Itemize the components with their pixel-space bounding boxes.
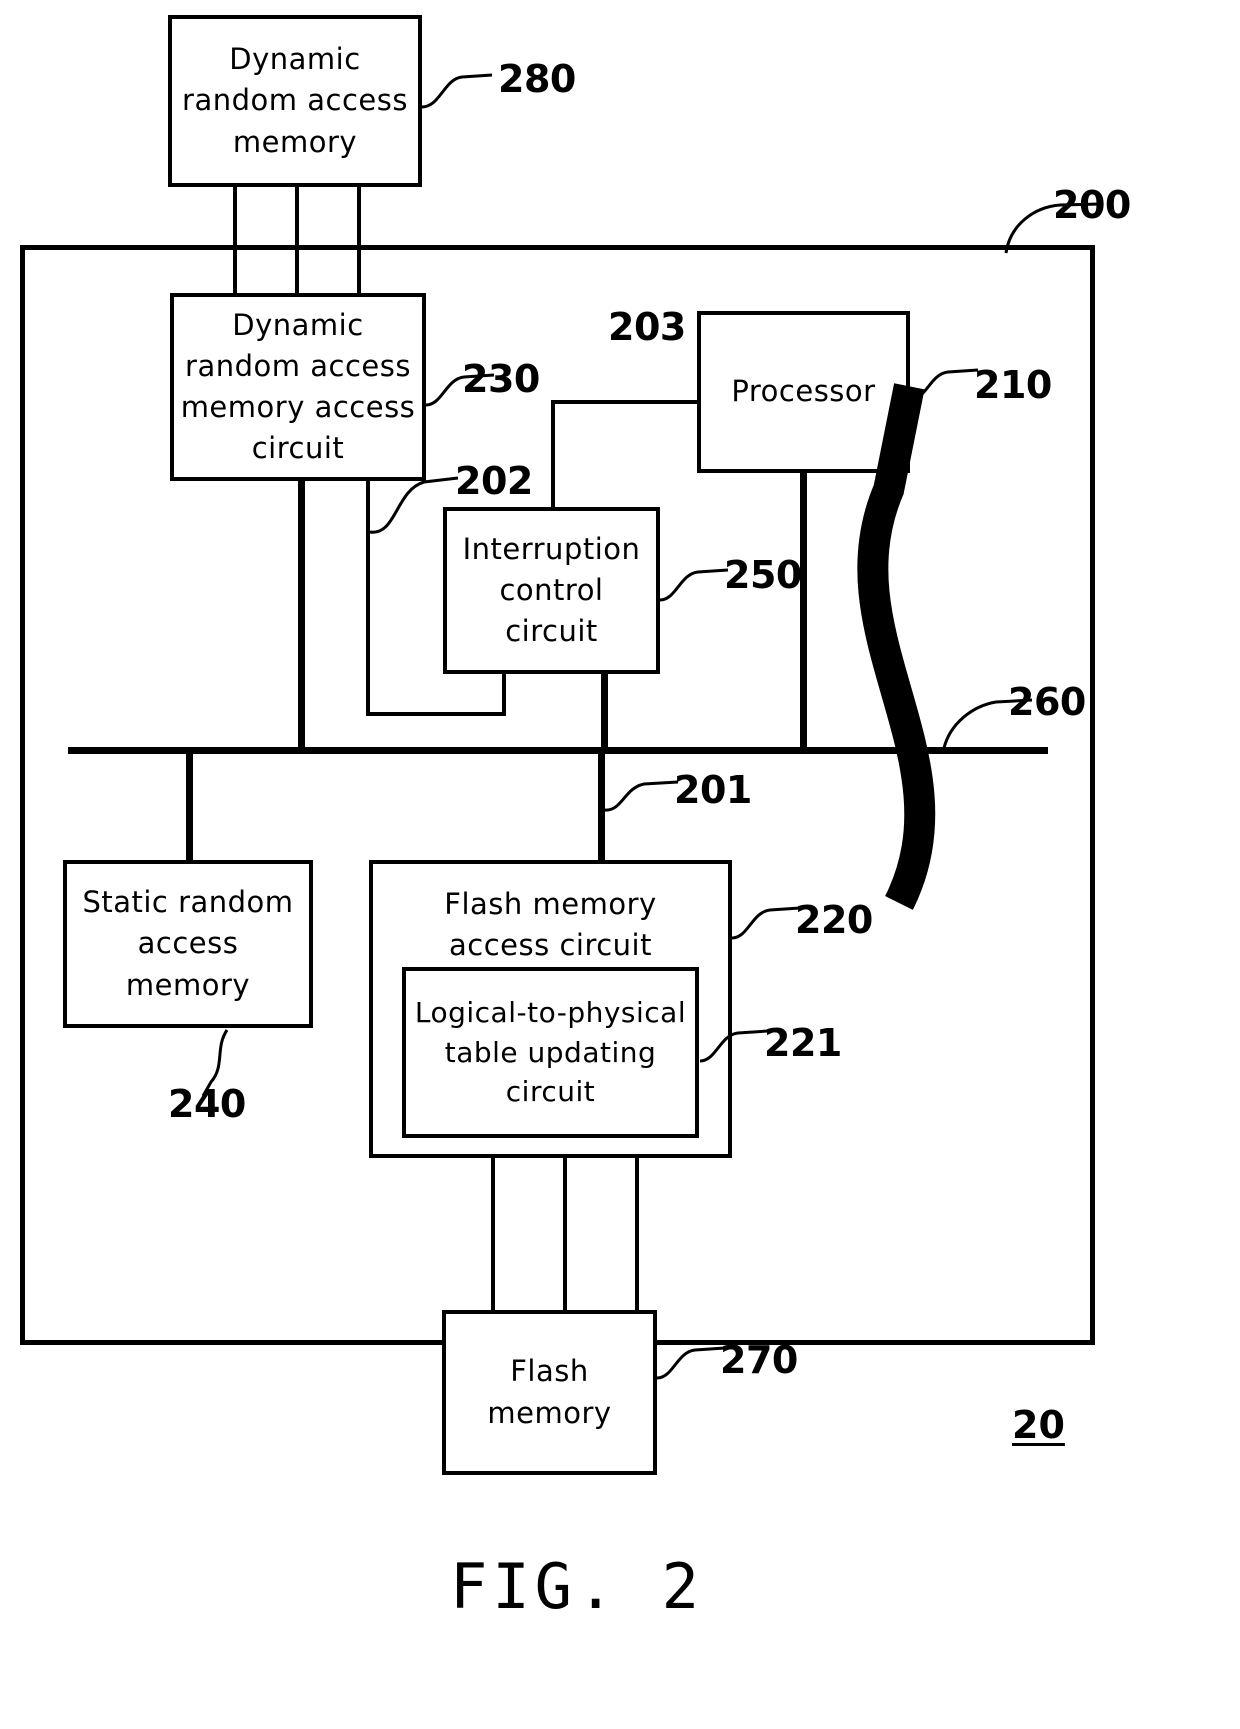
ref-number-200: 200 (1053, 183, 1131, 227)
ref-number-210: 210 (974, 363, 1052, 407)
block-static-random-access-memory[interactable]: Static random access memory (63, 860, 313, 1028)
block-label-l2p-table-updating-circuit: Logical-to-physical table updating circu… (414, 995, 687, 1109)
wire-dram-access-to-bus (298, 478, 305, 750)
block-label-flash-memory: Flash memory (487, 1354, 612, 1430)
wire-flash-access-to-flash-3 (635, 1155, 639, 1310)
block-label-interruption-control-circuit: Interruption control circuit (462, 531, 641, 649)
ref-number-220: 220 (795, 898, 873, 942)
patent-figure-2: Dynamic random access memory Dynamic ran… (0, 0, 1240, 1729)
leader-line-203 (857, 383, 936, 910)
wire-signal-202-riser (502, 670, 506, 716)
wire-bus-to-sram (186, 750, 193, 862)
ref-number-201: 201 (674, 768, 752, 812)
wire-icc-to-bus (601, 670, 608, 750)
block-label-sram: Static random access memory (82, 885, 294, 1002)
wire-dram-to-access-1 (233, 185, 237, 295)
block-dram-access-circuit[interactable]: Dynamic random access memory access circ… (170, 293, 426, 481)
ref-number-203: 203 (608, 305, 686, 349)
ref-number-202: 202 (455, 459, 533, 503)
wire-flash-access-to-flash-1 (491, 1155, 495, 1310)
ref-number-250: 250 (724, 553, 802, 597)
ref-number-260: 260 (1008, 680, 1086, 724)
ref-number-280: 280 (498, 57, 576, 101)
leader-line-280 (421, 73, 493, 109)
wire-signal-203-vertical (551, 400, 555, 510)
wire-flash-access-to-flash-2 (563, 1155, 567, 1310)
system-reference-number: 20 (1012, 1403, 1065, 1447)
block-logical-to-physical-table-updating-circuit[interactable]: Logical-to-physical table updating circu… (402, 967, 699, 1138)
block-flash-memory[interactable]: Flash memory (442, 1310, 657, 1475)
ref-number-221: 221 (764, 1021, 842, 1065)
block-label-dram-access-circuit: Dynamic random access memory access circ… (180, 307, 416, 466)
ref-number-230: 230 (462, 357, 540, 401)
ref-number-270: 270 (720, 1338, 798, 1382)
block-label-dram-external: Dynamic random access memory (182, 42, 408, 159)
wire-dram-to-access-2 (295, 185, 299, 295)
ref-number-240: 240 (168, 1082, 246, 1126)
figure-caption: FIG. 2 (450, 1550, 704, 1623)
wire-dram-to-access-3 (357, 185, 361, 295)
block-dynamic-random-access-memory[interactable]: Dynamic random access memory (168, 15, 422, 187)
wire-signal-202-horizontal (366, 712, 506, 716)
